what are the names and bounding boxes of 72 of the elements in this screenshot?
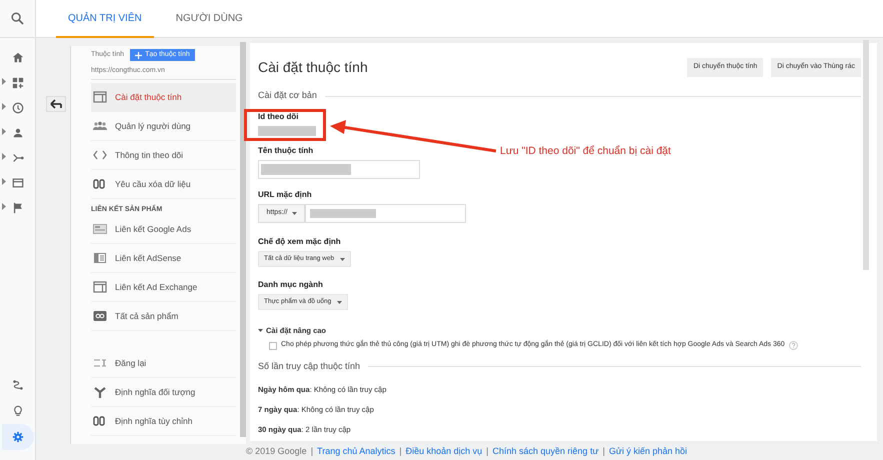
nav-item[interactable]: Liên kết AdSense [91,244,236,273]
text-dd-icon [93,179,107,189]
separator: | [602,444,605,458]
checkbox[interactable] [269,342,277,350]
layout-icon [93,91,107,103]
dropdown-caret-icon [340,258,346,260]
rail-item[interactable] [2,424,34,450]
nav-item[interactable]: Tất cả sản phẩm [91,302,236,331]
dashboard-icon [12,76,24,88]
lightbulb-icon [12,405,24,417]
dropdown-caret-icon [337,300,342,304]
nav-item[interactable]: Cài đặt thuộc tính [91,83,236,112]
settings-icon [12,431,24,443]
section-heading: Cài đặt cơ bản [258,89,317,102]
text-field[interactable] [258,160,420,179]
copyright-text: © 2019 Google [246,444,307,458]
nav-item[interactable]: Liên kết Ad Exchange [91,273,236,302]
expand-caret-icon [258,329,263,332]
separator: | [486,444,488,458]
page-title: Cài đặt thuộc tính [258,58,368,76]
back-arrow-icon [50,99,62,109]
field-label: Danh mục ngành [258,279,323,291]
nav-item[interactable]: Quản lý người dùng [91,112,236,141]
dropdown-caret-icon [292,212,296,215]
nav-item[interactable]: Thông tin theo dõi [91,141,236,170]
tab[interactable]: QUẢN TRỊ VIÊN [56,0,154,38]
people-icon [93,120,107,132]
expand-caret-icon [2,103,6,110]
nav-item[interactable]: Định nghĩa đối tượng [91,378,236,407]
nav-item[interactable]: Liên kết Google Ads [91,215,236,244]
route-icon [12,379,24,391]
field-label: URL mặc định [258,189,312,201]
footer-link[interactable]: Chính sách quyền riêng tư [492,444,599,458]
field-label: Id theo dõi [258,111,298,123]
footer-link[interactable]: Trang chủ Analytics [317,444,396,458]
code-icon [93,149,107,161]
separator: | [399,444,402,458]
nav-item[interactable]: Đăng lại [91,349,236,378]
expand-caret-icon [2,128,6,135]
back-button[interactable] [46,96,66,112]
url-field[interactable] [305,204,466,223]
expand-caret-icon [2,203,6,210]
expand-caret-icon [2,153,6,160]
footer-link[interactable]: Điều khoản dịch vụ [406,444,482,458]
flag-icon [12,202,24,214]
home-icon [12,52,24,64]
expand-caret-icon [2,78,6,85]
link-icon [93,310,107,322]
redacted-value [258,126,316,136]
layout-icon [93,281,107,293]
ads-card-icon [93,223,107,235]
redacted-value [310,209,376,218]
expand-caret-icon [2,178,6,185]
fork-icon [93,386,107,398]
section-heading: Số lần truy cập thuộc tính [258,360,360,373]
field-label: Chế độ xem mặc định [258,236,341,248]
clock-icon [12,102,24,114]
nav-item[interactable]: Yêu cầu xóa dữ liệu [91,170,236,199]
text-dd-icon [93,416,107,426]
nav-item[interactable]: Định nghĩa tùy chỉnh [91,407,236,436]
tab[interactable]: NGƯỜI DÙNG [164,0,255,38]
branch-icon [12,152,24,164]
swap-lines-icon [93,357,107,369]
window-icon [12,176,24,188]
person-icon [12,126,24,138]
field-label: Tên thuộc tính [258,145,314,157]
search-icon [11,12,24,25]
plus-icon [135,52,142,58]
separator: | [310,444,314,458]
annotation-text: Lưu "ID theo dõi" để chuẩn bị cài đặt [500,144,671,159]
footer-link[interactable]: Gửi ý kiến phản hồi [608,444,688,458]
sidebar-page-icon [93,252,107,264]
